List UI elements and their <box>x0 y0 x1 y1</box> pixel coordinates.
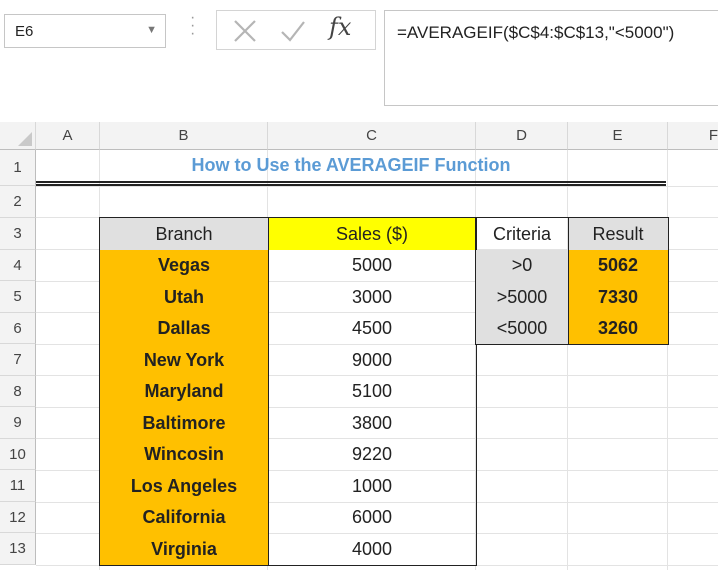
sales-cell[interactable]: 4500 <box>268 313 476 344</box>
sales-cell[interactable]: 6000 <box>268 502 476 533</box>
col-header-e[interactable]: E <box>568 122 668 150</box>
row-header-10[interactable]: 10 <box>0 439 36 470</box>
select-all-icon <box>18 132 32 146</box>
row-header-9[interactable]: 9 <box>0 407 36 439</box>
branch-cell[interactable]: New York <box>100 344 268 376</box>
criteria-cell[interactable]: <5000 <box>476 313 568 344</box>
sales-cell[interactable]: 4000 <box>268 533 476 565</box>
row-header-7[interactable]: 7 <box>0 344 36 376</box>
insert-function-icon[interactable]: fx <box>329 13 351 41</box>
formula-text: =AVERAGEIF($C$4:$C$13,"<5000") <box>397 23 675 42</box>
criteria-cell[interactable]: >0 <box>476 250 568 281</box>
branch-cell[interactable]: Maryland <box>100 376 268 407</box>
header-criteria[interactable]: Criteria <box>476 218 568 250</box>
branch-cell[interactable]: Wincosin <box>100 439 268 470</box>
row-header-4[interactable]: 4 <box>0 250 36 281</box>
sales-cell[interactable]: 5000 <box>268 250 476 281</box>
row-header-5[interactable]: 5 <box>0 281 36 313</box>
drag-handle-icon[interactable]: · · · <box>190 10 195 42</box>
row-header-1[interactable]: 1 <box>0 150 36 186</box>
branch-cell[interactable]: Dallas <box>100 313 268 344</box>
header-branch[interactable]: Branch <box>100 218 268 250</box>
result-cell[interactable]: 5062 <box>568 250 668 281</box>
formula-input[interactable]: =AVERAGEIF($C$4:$C$13,"<5000") <box>384 10 718 106</box>
gridline <box>36 565 718 566</box>
branch-cell[interactable]: Utah <box>100 281 268 313</box>
col-header-a[interactable]: A <box>36 122 100 150</box>
result-cell[interactable]: 3260 <box>568 313 668 344</box>
criteria-cell[interactable]: >5000 <box>476 281 568 313</box>
col-header-b[interactable]: B <box>100 122 268 150</box>
header-sales[interactable]: Sales ($) <box>268 218 476 250</box>
header-result[interactable]: Result <box>568 218 668 250</box>
col-header-d[interactable]: D <box>476 122 568 150</box>
gridline <box>667 150 668 570</box>
formula-buttons: fx <box>216 10 376 50</box>
title-double-underline <box>36 181 666 186</box>
select-all-corner[interactable] <box>0 122 36 150</box>
spacer <box>0 108 718 122</box>
branch-cell[interactable]: Baltimore <box>100 407 268 439</box>
sales-cell[interactable]: 1000 <box>268 470 476 502</box>
name-box[interactable]: E6 ▼ <box>4 14 166 48</box>
sales-cell[interactable]: 5100 <box>268 376 476 407</box>
formula-bar: E6 ▼ · · · fx =AVERAGEIF($C$4:$C$13,"<5000… <box>0 0 718 108</box>
check-icon[interactable] <box>279 17 307 50</box>
row-header-6[interactable]: 6 <box>0 313 36 344</box>
sales-cell[interactable]: 9000 <box>268 344 476 376</box>
gridline <box>36 186 718 187</box>
sheet-title[interactable]: How to Use the AVERAGEIF Function <box>36 150 666 181</box>
row-header-11[interactable]: 11 <box>0 470 36 502</box>
row-header-12[interactable]: 12 <box>0 502 36 533</box>
sales-cell[interactable]: 9220 <box>268 439 476 470</box>
col-header-f[interactable]: F <box>668 122 718 150</box>
row-header-2[interactable]: 2 <box>0 186 36 218</box>
col-header-c[interactable]: C <box>268 122 476 150</box>
branch-cell[interactable]: California <box>100 502 268 533</box>
row-header-8[interactable]: 8 <box>0 376 36 407</box>
result-cell[interactable]: 7330 <box>568 281 668 313</box>
chevron-down-icon[interactable]: ▼ <box>146 24 157 36</box>
branch-cell[interactable]: Virginia <box>100 533 268 565</box>
close-icon[interactable] <box>231 17 259 50</box>
row-header-3[interactable]: 3 <box>0 218 36 250</box>
branch-cell[interactable]: Vegas <box>100 250 268 281</box>
name-box-value: E6 <box>15 23 34 40</box>
gridline <box>567 150 568 570</box>
sales-cell[interactable]: 3000 <box>268 281 476 313</box>
sales-cell[interactable]: 3800 <box>268 407 476 439</box>
row-header-13[interactable]: 13 <box>0 533 36 565</box>
branch-cell[interactable]: Los Angeles <box>100 470 268 502</box>
